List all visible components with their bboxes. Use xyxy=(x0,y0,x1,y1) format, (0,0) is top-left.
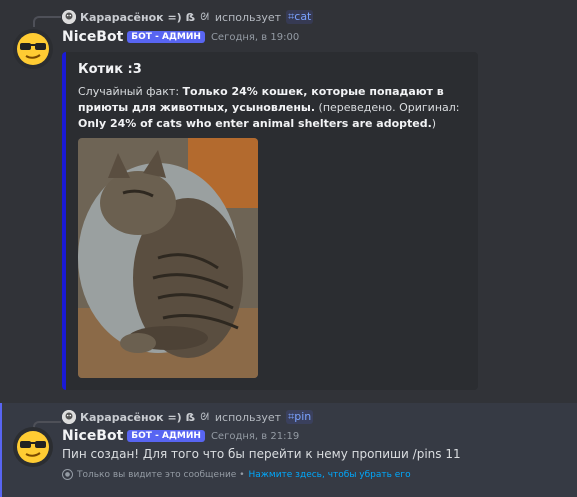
bot-avatar[interactable] xyxy=(13,29,53,69)
channel-name: cat xyxy=(294,10,312,23)
reply-avatar[interactable] xyxy=(62,410,76,424)
reply-avatar[interactable] xyxy=(62,10,76,24)
timestamp[interactable]: Сегодня, в 19:00 xyxy=(211,32,299,43)
ephemeral-notice: ● Только вы видите это сообщение • Нажми… xyxy=(62,469,411,480)
reply-reference[interactable]: Карарасёнок =) ẞ ᘛ использует ⌗pin xyxy=(62,410,314,424)
timestamp[interactable]: Сегодня, в 21:19 xyxy=(211,431,299,442)
reply-spine xyxy=(33,16,61,27)
embed: Котик :3 Случайный факт: Только 24% коше… xyxy=(62,52,478,390)
channel-mention[interactable]: ⌗pin xyxy=(286,410,314,424)
reply-emoji: ᘛ xyxy=(200,411,209,423)
bot-avatar[interactable] xyxy=(13,427,53,467)
reply-verb: использует xyxy=(214,10,282,24)
ephemeral-note: Только вы видите это сообщение • xyxy=(77,469,245,480)
message-header: NiceBot БОТ - АДМИН Сегодня, в 21:19 xyxy=(62,428,299,444)
embed-description: Случайный факт: Только 24% кошек, которы… xyxy=(78,84,468,132)
cat-image[interactable] xyxy=(78,138,258,378)
channel-name: pin xyxy=(294,410,312,423)
dismiss-link[interactable]: Нажмите здесь, чтобы убрать его xyxy=(249,470,411,480)
reply-reference[interactable]: Карарасёнок =) ẞ ᘛ использует ⌗cat xyxy=(62,10,314,24)
desc-suffix: ) xyxy=(431,117,437,130)
author-name[interactable]: NiceBot xyxy=(62,29,123,45)
reply-author[interactable]: Карарасёнок =) ẞ xyxy=(80,411,195,424)
fact-en: Only 24% of cats who enter animal shelte… xyxy=(78,117,432,130)
reply-emoji: ᘛ xyxy=(200,11,209,23)
embed-title: Котик :3 xyxy=(78,62,142,77)
eye-icon: ● xyxy=(62,469,73,480)
reply-author[interactable]: Карарасёнок =) ẞ xyxy=(80,11,195,24)
sunglasses-face-icon xyxy=(17,431,49,463)
desc-prefix: Случайный факт: xyxy=(78,85,183,98)
reply-verb: использует xyxy=(214,410,282,424)
channel-mention[interactable]: ⌗cat xyxy=(286,10,314,24)
sunglasses-face-icon xyxy=(17,33,49,65)
author-name[interactable]: NiceBot xyxy=(62,428,123,444)
bot-badge: БОТ - АДМИН xyxy=(127,31,205,43)
highlight-bar xyxy=(0,403,2,497)
message-text: Пин создан! Для того что бы перейти к не… xyxy=(62,447,461,461)
desc-mid: (переведено. Оригинал: xyxy=(315,101,460,114)
bot-badge: БОТ - АДМИН xyxy=(127,430,205,442)
message-header: NiceBot БОТ - АДМИН Сегодня, в 19:00 xyxy=(62,29,299,45)
